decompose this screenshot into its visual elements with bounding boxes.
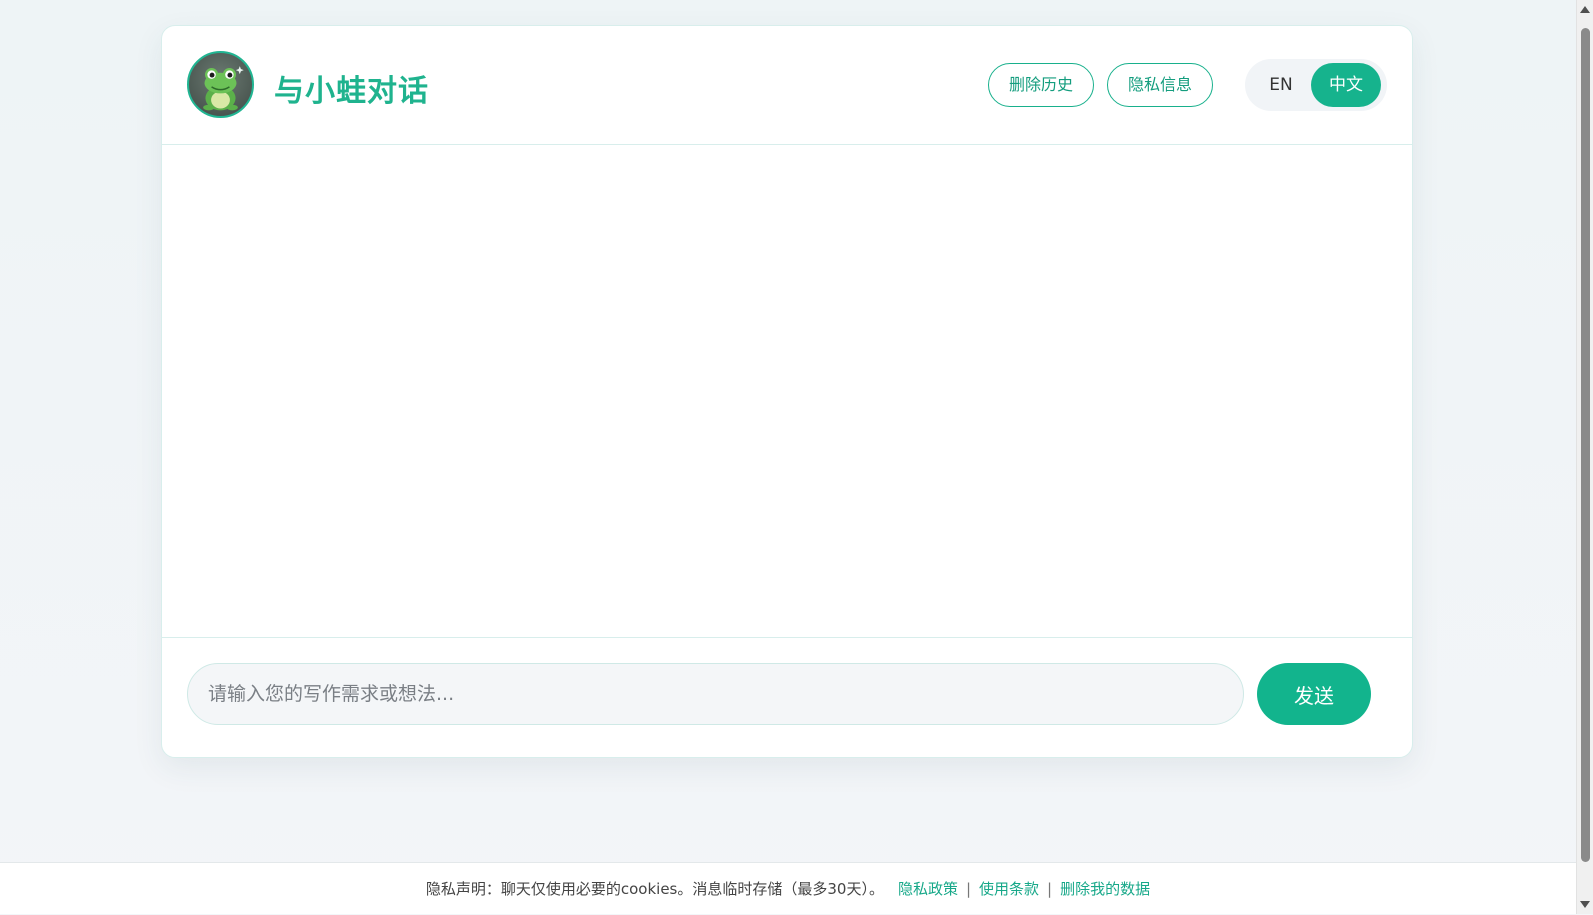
send-button[interactable]: 发送 — [1257, 663, 1371, 725]
chat-header: 与小蛙对话 删除历史 隐私信息 EN 中文 — [162, 26, 1412, 145]
privacy-notice: 隐私声明：聊天仅使用必要的cookies。消息临时存储（最多30天）。 — [425, 880, 884, 898]
language-option-zh[interactable]: 中文 — [1311, 63, 1381, 107]
delete-my-data-link[interactable]: 删除我的数据 — [1060, 880, 1150, 898]
language-toggle: EN 中文 — [1245, 59, 1387, 111]
message-input[interactable] — [187, 663, 1244, 725]
page-title: 与小蛙对话 — [274, 74, 429, 109]
terms-of-use-link[interactable]: 使用条款 — [979, 880, 1039, 898]
language-option-en[interactable]: EN — [1261, 72, 1301, 98]
scroll-down-icon[interactable] — [1580, 901, 1590, 908]
privacy-info-button[interactable]: 隐私信息 — [1107, 63, 1213, 107]
input-bar: 发送 — [162, 637, 1412, 757]
privacy-policy-link[interactable]: 隐私政策 — [898, 880, 958, 898]
vertical-scrollbar[interactable] — [1576, 0, 1593, 914]
footer-separator: | — [1047, 880, 1053, 898]
privacy-footer: 隐私声明：聊天仅使用必要的cookies。消息临时存储（最多30天）。 隐私政策 |… — [0, 862, 1576, 914]
footer-separator: | — [965, 880, 972, 898]
delete-history-button[interactable]: 删除历史 — [988, 63, 1094, 107]
scroll-up-icon[interactable] — [1580, 6, 1590, 13]
scrollbar-thumb[interactable] — [1581, 28, 1590, 862]
page-viewport: 与小蛙对话 删除历史 隐私信息 EN 中文 发送 隐私声明：聊天仅使用必要的co… — [0, 0, 1576, 914]
message-list[interactable] — [162, 145, 1412, 637]
frog-avatar-icon — [187, 51, 254, 118]
chat-card: 与小蛙对话 删除历史 隐私信息 EN 中文 发送 — [161, 25, 1413, 758]
